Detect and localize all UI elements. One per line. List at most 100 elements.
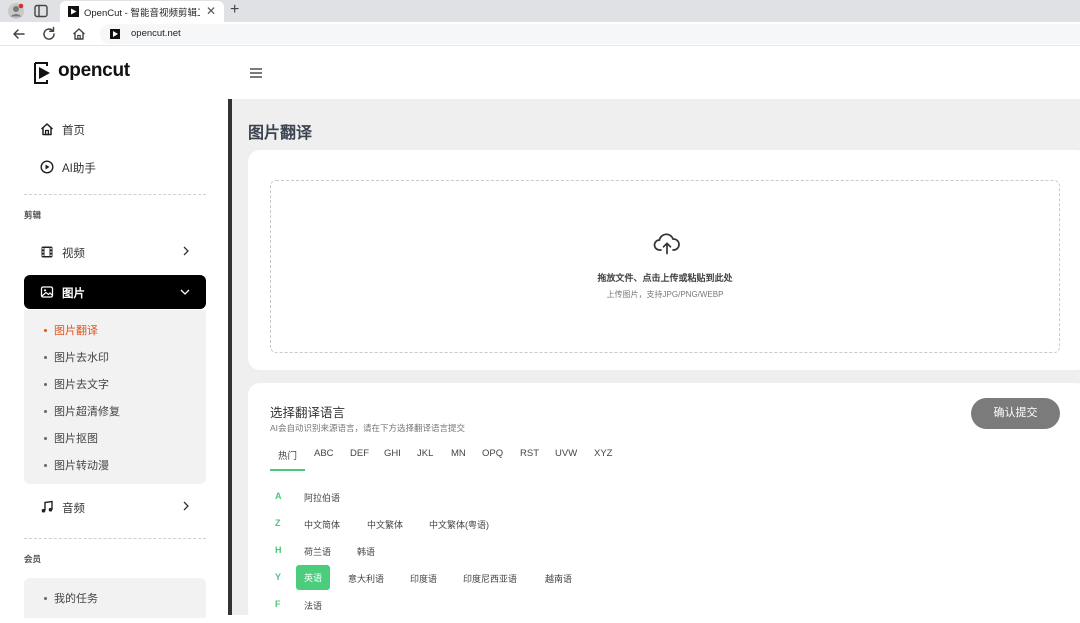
lang-option[interactable]: 越南语	[545, 572, 572, 585]
reload-icon[interactable]	[41, 26, 57, 42]
lang-option[interactable]: 中文简体	[304, 518, 340, 531]
logo-text: opencut	[58, 60, 130, 81]
sidebar-item-image[interactable]: 图片	[24, 275, 206, 309]
submenu-item-to-anime[interactable]: 图片转动漫	[44, 457, 109, 473]
submenu-item-remove-text[interactable]: 图片去文字	[44, 376, 109, 392]
tab-hot[interactable]: 热门	[278, 448, 297, 462]
submenu-item-label: 图片去水印	[54, 352, 109, 364]
language-section-title: 选择翻译语言	[270, 406, 346, 420]
section-label-edit: 剪辑	[24, 210, 42, 220]
sidebar-item-audio[interactable]: 音频	[24, 490, 206, 524]
site-favicon-icon	[110, 29, 120, 39]
submenu-item-remove-watermark[interactable]: 图片去水印	[44, 349, 109, 365]
cloud-upload-icon	[653, 233, 680, 255]
upload-instruction: 拖放文件、点击上传或粘贴到此处	[597, 273, 733, 283]
submenu-item-label: 我的任务	[54, 593, 98, 605]
profile-icon[interactable]	[8, 3, 24, 19]
home-icon	[40, 123, 54, 136]
sidebar-item-home[interactable]: 首页	[24, 112, 206, 146]
sidebar-item-label: 图片	[62, 288, 85, 300]
opencut-logo-icon	[34, 62, 50, 84]
submenu-item-my-tasks[interactable]: 我的任务	[44, 590, 98, 606]
hamburger-menu-icon[interactable]	[250, 68, 262, 78]
sidebar-item-label: 视频	[62, 248, 85, 260]
sidebar-item-label: 音频	[62, 503, 85, 515]
upload-card: 拖放文件、点击上传或粘贴到此处 上传图片，支持JPG/PNG/WEBP	[248, 150, 1080, 370]
lang-option[interactable]: 中文繁体(粤语)	[429, 518, 489, 531]
submenu-item-super-resolution[interactable]: 图片超清修复	[44, 403, 120, 419]
lang-option[interactable]: 荷兰语	[304, 545, 331, 558]
group-letter: F	[275, 599, 281, 609]
lang-option[interactable]: 中文繁体	[367, 518, 403, 531]
group-letter: H	[275, 545, 282, 555]
chevron-right-icon	[183, 246, 189, 256]
music-icon	[41, 500, 53, 513]
url-field[interactable]: opencut.net	[100, 24, 1080, 44]
sidebar-item-ai-assistant[interactable]: AI助手	[24, 150, 206, 184]
submenu-item-image-translate[interactable]: 图片翻译	[44, 322, 98, 338]
home-browser-icon[interactable]	[71, 26, 87, 42]
submenu-item-label: 图片超清修复	[54, 406, 120, 418]
bullet-icon	[44, 596, 47, 600]
submenu-item-label: 图片翻译	[54, 325, 98, 337]
browser-tab-bar: OpenCut - 智能音视频剪辑工具 ✕ +	[0, 0, 1080, 22]
image-icon	[40, 286, 54, 298]
browser-tab[interactable]: OpenCut - 智能音视频剪辑工具 ✕	[60, 1, 224, 22]
section-label-member: 会员	[24, 554, 42, 564]
tab-uvw[interactable]: UVW	[555, 448, 577, 459]
active-tab-indicator	[270, 469, 305, 471]
divider	[24, 194, 206, 195]
lang-option-selected[interactable]: 英语	[296, 565, 331, 590]
language-card: 选择翻译语言 AI会自动识别来源语言，请在下方选择翻译语言提交 确认提交 热门 …	[248, 383, 1080, 623]
lang-option[interactable]: 法语	[304, 599, 322, 612]
group-letter: Y	[275, 572, 282, 582]
lang-option[interactable]: 印度语	[410, 572, 437, 585]
bullet-icon	[44, 436, 47, 440]
upload-dropzone[interactable]: 拖放文件、点击上传或粘贴到此处 上传图片，支持JPG/PNG/WEBP	[270, 180, 1060, 353]
main-content: 图片翻译 拖放文件、点击上传或粘贴到此处 上传图片，支持JPG/PNG/WEBP…	[232, 99, 1080, 623]
chevron-right-icon	[183, 501, 189, 511]
image-submenu: 图片翻译 图片去水印 图片去文字 图片超清修复 图片抠图 图片转动漫	[24, 310, 206, 484]
play-circle-icon	[40, 160, 54, 174]
language-section-desc: AI会自动识别来源语言，请在下方选择翻译语言提交	[270, 423, 466, 433]
group-letter: A	[275, 491, 282, 501]
tab-abc[interactable]: ABC	[314, 448, 334, 459]
back-icon[interactable]	[11, 26, 27, 42]
lang-option[interactable]: 韩语	[357, 545, 375, 558]
upload-format-hint: 上传图片，支持JPG/PNG/WEBP	[606, 290, 724, 299]
sidebar-item-video[interactable]: 视频	[24, 235, 206, 269]
page-title: 图片翻译	[248, 125, 313, 142]
tab-rst[interactable]: RST	[520, 448, 539, 459]
submenu-item-label: 图片抠图	[54, 433, 98, 445]
tab-def[interactable]: DEF	[350, 448, 369, 459]
opencut-favicon-icon	[68, 6, 79, 17]
submenu-item-cutout[interactable]: 图片抠图	[44, 430, 98, 446]
submenu-item-label: 图片转动漫	[54, 460, 109, 472]
bullet-icon	[44, 355, 47, 359]
tab-mn[interactable]: MN	[451, 448, 466, 459]
tab-xyz[interactable]: XYZ	[594, 448, 612, 459]
submit-button[interactable]: 确认提交	[971, 398, 1060, 429]
lang-option[interactable]: 意大利语	[348, 572, 384, 585]
film-icon	[41, 246, 53, 258]
bullet-icon	[44, 463, 47, 467]
sidebar-item-label: 首页	[62, 125, 85, 137]
address-bar: opencut.net	[0, 22, 1080, 46]
new-tab-icon[interactable]: +	[230, 1, 239, 19]
tab-opq[interactable]: OPQ	[482, 448, 503, 459]
submenu-item-label: 图片去文字	[54, 379, 109, 391]
lang-option[interactable]: 印度尼西亚语	[463, 572, 517, 585]
member-submenu: 我的任务	[24, 578, 206, 618]
tab-close-icon[interactable]: ✕	[206, 4, 216, 18]
tab-actions-icon[interactable]	[34, 4, 48, 18]
group-letter: Z	[275, 518, 281, 528]
lang-option[interactable]: 阿拉伯语	[304, 491, 340, 504]
tab-jkl[interactable]: JKL	[417, 448, 433, 459]
bullet-icon	[44, 328, 47, 332]
url-text: opencut.net	[131, 28, 181, 39]
bullet-icon	[44, 409, 47, 413]
bullet-icon	[44, 382, 47, 386]
tab-title: OpenCut - 智能音视频剪辑工具	[84, 8, 200, 19]
tab-ghi[interactable]: GHI	[384, 448, 401, 459]
sidebar-item-label: AI助手	[62, 163, 96, 175]
